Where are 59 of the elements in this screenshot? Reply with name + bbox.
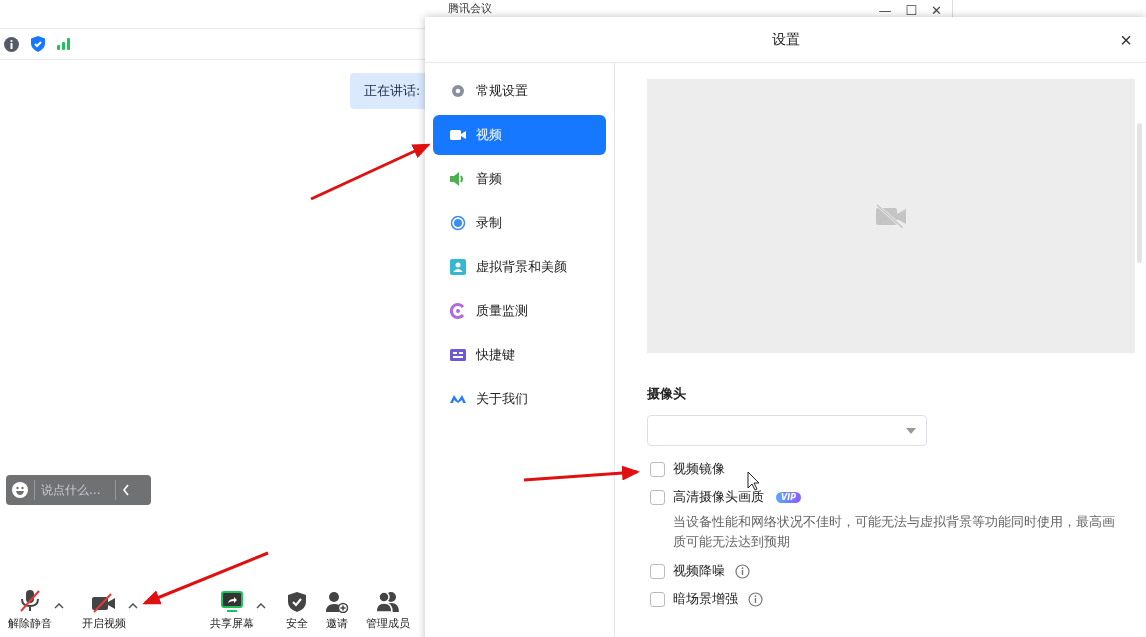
caret-icon [906,427,916,434]
checkbox[interactable] [650,461,665,477]
option-description: 当设备性能和网络状况不佳时，可能无法与虚拟背景等功能同时使用，最高画质可能无法达到预期 [673,513,1116,551]
muted-microphone-icon [19,589,41,613]
caret-up-icon[interactable] [54,603,64,609]
option-label[interactable]: 视频镜像 [673,460,725,478]
sidebar-item[interactable]: 质量监测 [433,291,606,331]
logo-icon [450,394,466,404]
chevron-left-icon[interactable] [122,484,130,496]
info-icon[interactable] [748,591,763,607]
window-title: 腾讯会议 [448,2,492,15]
share-screen-icon [221,591,243,613]
keyboard-icon [450,349,466,361]
minimize-icon[interactable]: — [878,3,892,18]
toolbar-button[interactable]: 开启视频 [82,593,126,631]
caret-up-icon[interactable] [128,603,138,609]
muted-camera-icon [92,593,116,613]
mouse-cursor-icon [747,471,761,491]
section-label: 摄像头 [647,385,687,403]
chat-field[interactable]: 说点什么... [6,475,151,505]
emoji-icon[interactable] [12,482,28,498]
gear-icon [450,83,466,99]
people-icon [376,591,400,613]
portrait-icon [450,259,466,275]
speaker-icon [450,172,466,186]
toolbar-button[interactable]: 管理成员 [366,591,410,631]
checkbox[interactable] [650,591,665,607]
signal-icon[interactable] [57,38,71,50]
checkbox[interactable] [650,489,665,505]
shield-check-icon[interactable] [31,36,45,52]
toolbar-button[interactable]: 安全 [286,591,308,631]
vip-badge: VIP [776,491,802,503]
checkbox[interactable] [650,563,665,579]
camera-off-icon [875,204,907,228]
option-label[interactable]: 高清摄像头画质 [673,488,764,506]
info-icon[interactable] [4,36,19,52]
maximize-icon[interactable]: ☐ [905,3,918,18]
toolbar-button[interactable]: 解除静音 [8,589,52,631]
video-camera-icon [450,129,466,141]
sidebar-item[interactable]: 录制 [433,203,606,243]
caret-up-icon[interactable] [256,603,266,609]
gauge-icon [450,303,466,319]
shield-icon [287,591,307,613]
toolbar-button[interactable]: 共享屏幕 [210,591,254,631]
sidebar-item[interactable]: 虚拟背景和美颜 [433,247,606,287]
sidebar-item[interactable]: 关于我们 [433,379,606,419]
scrollbar[interactable] [1137,123,1142,263]
sidebar-item[interactable]: 音频 [433,159,606,199]
sidebar-item[interactable]: 视频 [433,115,606,155]
option-label[interactable]: 暗场景增强 [673,590,738,608]
dialog-title: 设置 [771,30,800,49]
close-button[interactable]: × [1120,29,1132,51]
add-person-icon [326,591,348,613]
sidebar-item[interactable]: 快捷键 [433,335,606,375]
info-icon[interactable] [735,563,750,579]
record-icon [450,215,466,231]
option-label[interactable]: 视频降噪 [673,562,725,580]
toolbar-button[interactable]: 邀请 [326,591,348,631]
close-icon[interactable]: ✕ [931,3,942,18]
